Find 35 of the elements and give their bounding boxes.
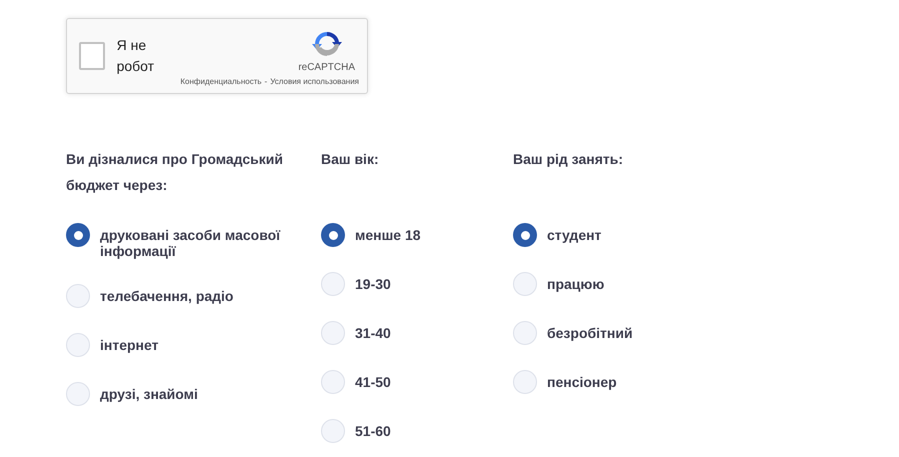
- radio-button[interactable]: [513, 272, 537, 296]
- question-title: Ваш вік:: [321, 150, 380, 169]
- option-label: інтернет: [100, 337, 160, 353]
- radio-button[interactable]: [513, 223, 537, 247]
- option-label: безробітний: [547, 325, 634, 341]
- radio-button[interactable]: [66, 333, 90, 357]
- radio-button[interactable]: [321, 370, 345, 394]
- recaptcha-brand: reCAPTCHA: [298, 62, 355, 74]
- question-title: Ви дізналися про Громадський бюджет через:: [66, 150, 284, 195]
- option-label: друзі, знайомі: [100, 386, 199, 402]
- terms-link[interactable]: Условия использования: [270, 76, 359, 88]
- option-label: пенсіонер: [547, 374, 618, 390]
- option-label: 51-60: [355, 423, 392, 439]
- option-label: телебачення, радіо: [100, 288, 234, 304]
- radio-button[interactable]: [513, 370, 537, 394]
- option-label: 19-30: [355, 276, 392, 292]
- option-label: менше 18: [355, 227, 422, 243]
- checkbox[interactable]: [79, 42, 105, 70]
- checkbox-label: Я не робот: [116, 36, 156, 76]
- radio-button[interactable]: [66, 223, 90, 247]
- privacy-link[interactable]: Конфиденциальность: [180, 76, 262, 88]
- radio-button[interactable]: [321, 321, 345, 345]
- radio-button[interactable]: [66, 284, 90, 308]
- option-label: працюю: [547, 276, 606, 292]
- radio-button[interactable]: [66, 382, 90, 406]
- option-label: 31-40: [355, 325, 392, 341]
- radio-button[interactable]: [513, 321, 537, 345]
- radio-button[interactable]: [321, 272, 345, 296]
- option-label: студент: [547, 227, 602, 243]
- option-label: 41-50: [355, 374, 392, 390]
- option-label: друковані засоби масової інформації: [100, 227, 282, 259]
- radio-button[interactable]: [321, 223, 345, 247]
- link-separator: -: [264, 76, 268, 88]
- question-title: Ваш рід занять:: [513, 150, 624, 169]
- radio-button[interactable]: [321, 419, 345, 443]
